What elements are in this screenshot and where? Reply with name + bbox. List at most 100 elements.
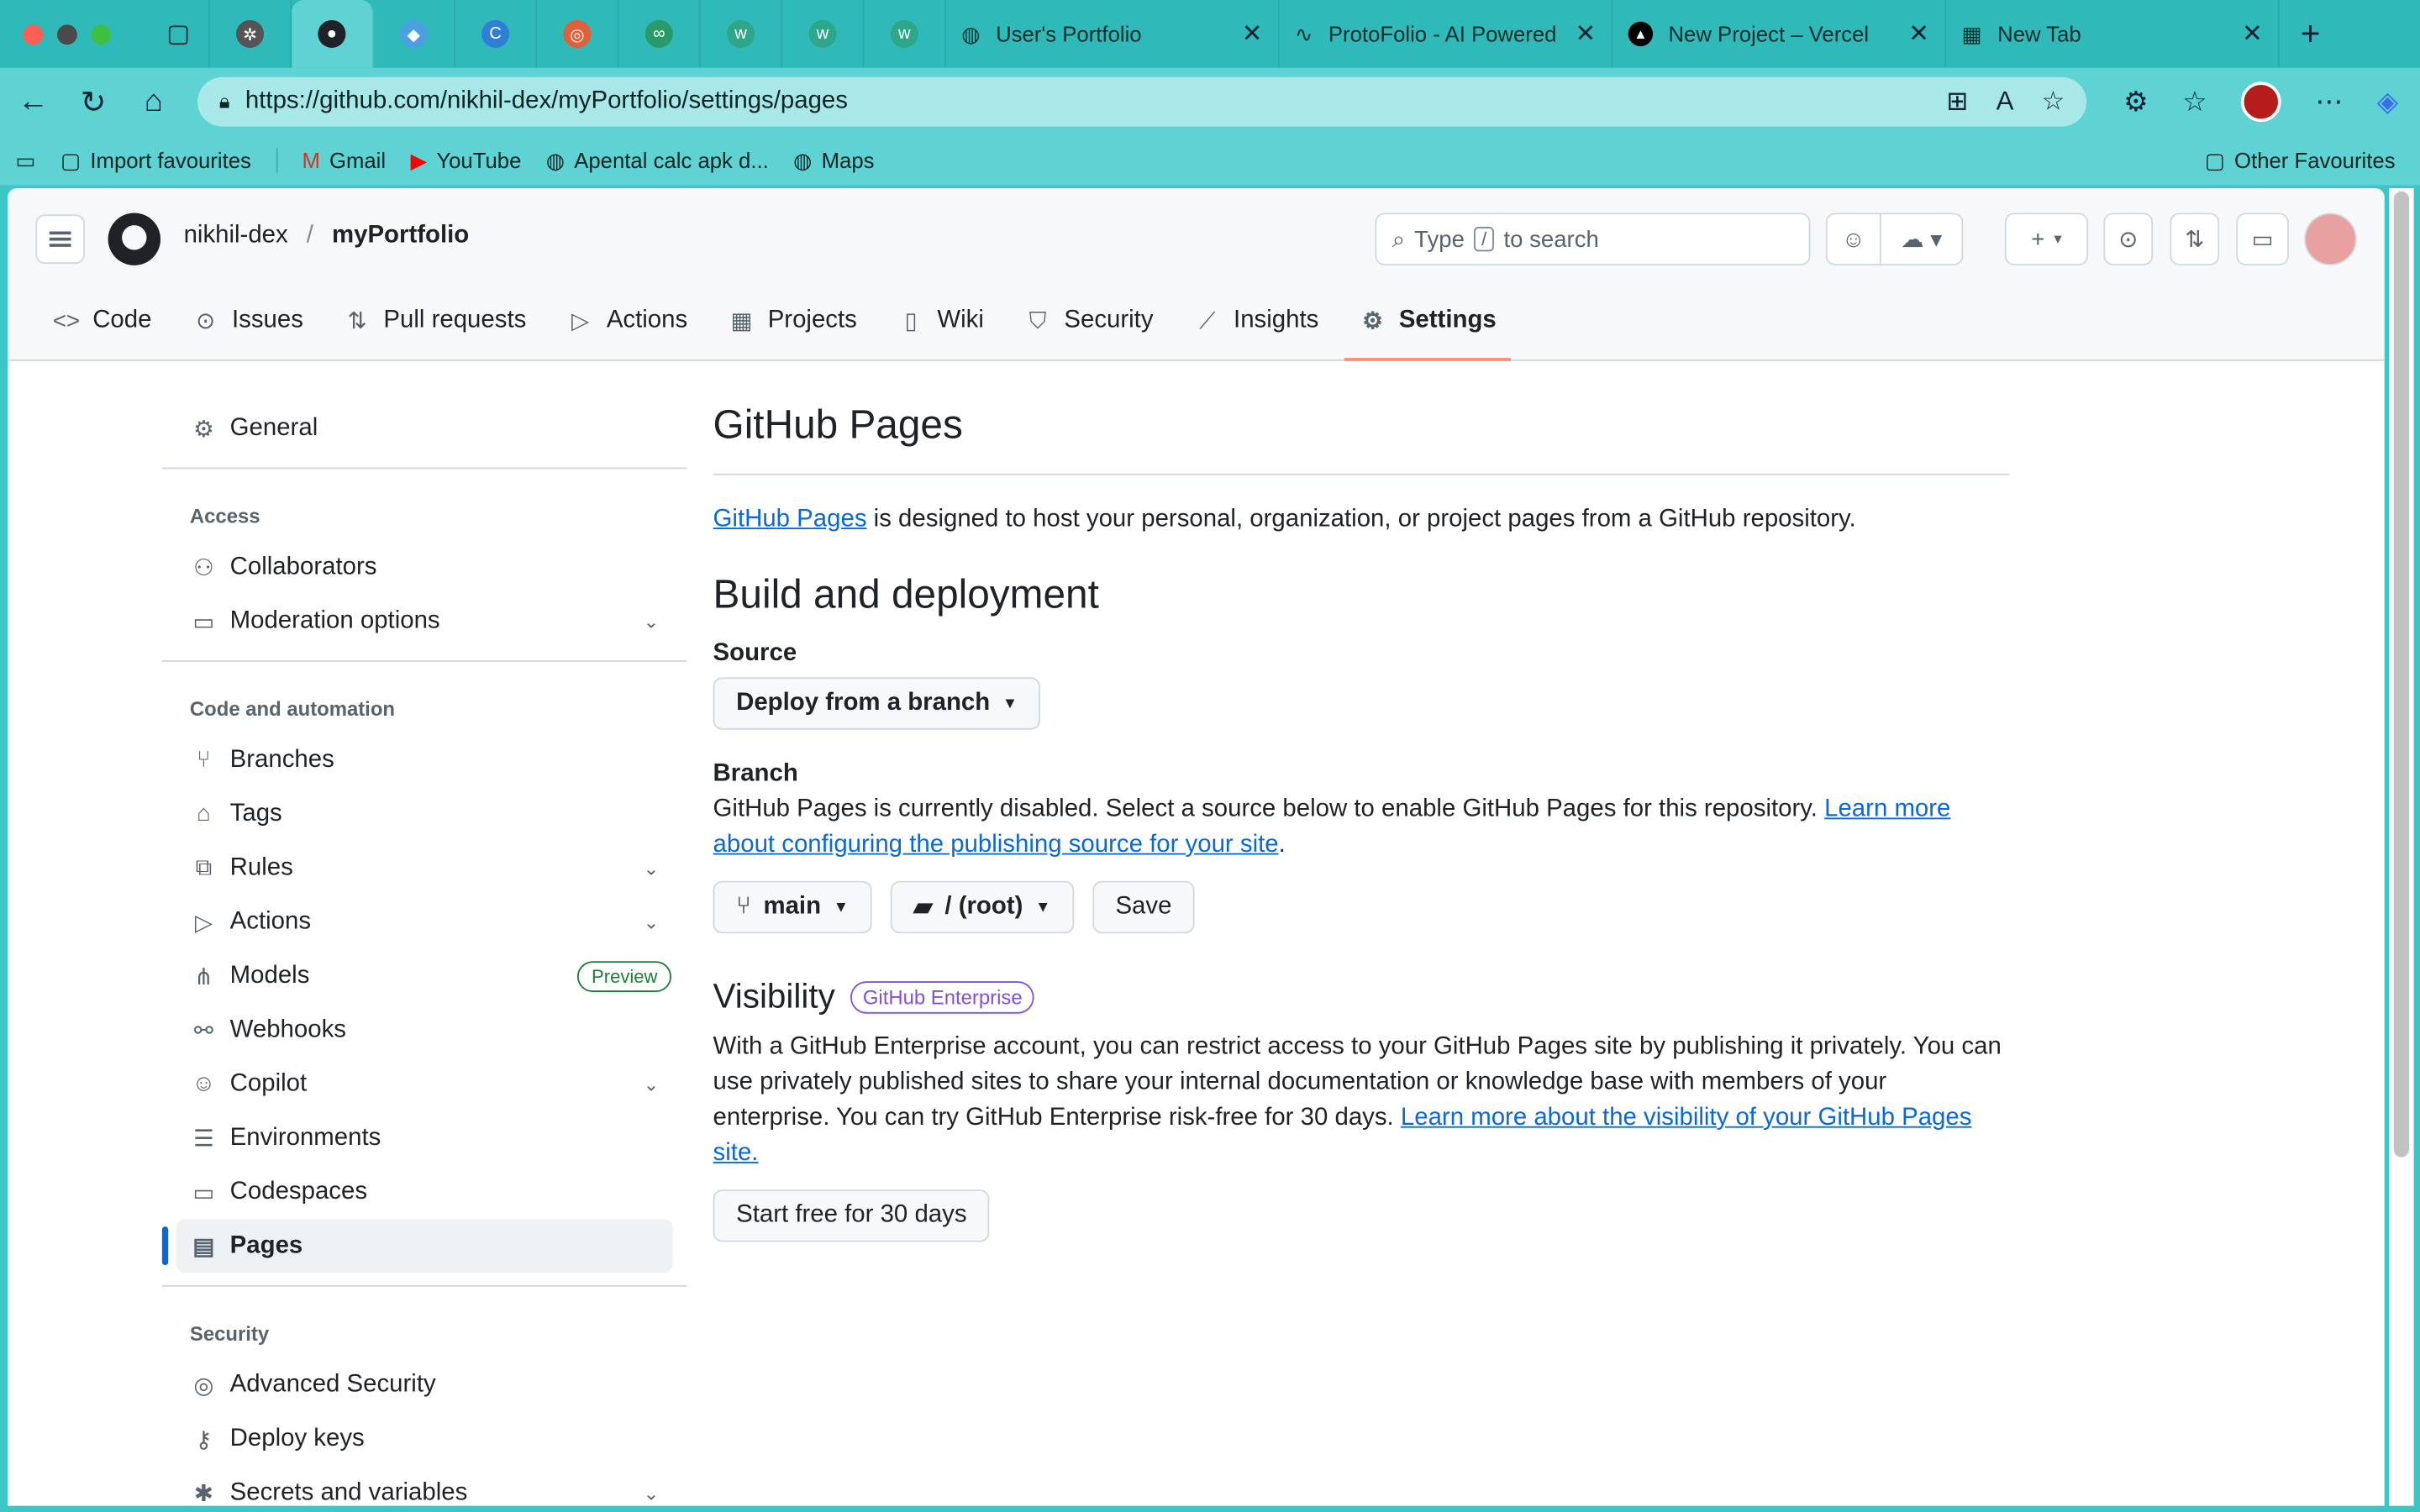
github-pages-link[interactable]: GitHub Pages bbox=[713, 506, 867, 532]
tab-actions-button[interactable]: ▢ bbox=[148, 0, 210, 68]
copilot-menu-button[interactable]: ☁ ▾ bbox=[1880, 213, 1964, 265]
sidebar-item-general[interactable]: ⚙ General bbox=[162, 402, 687, 455]
tab-pinned-1[interactable]: ✲ bbox=[210, 0, 292, 68]
tab-pinned-3[interactable]: ◆ bbox=[373, 0, 455, 68]
tab-issues[interactable]: ⊙ Issues bbox=[178, 297, 318, 346]
save-label: Save bbox=[1115, 893, 1172, 920]
sidebar-item-moderation[interactable]: ▭ Moderation options ⌄ bbox=[162, 594, 687, 648]
sidebar-item-actions[interactable]: ▷ Actions ⌄ bbox=[162, 895, 687, 948]
tab-pinned-9[interactable]: w bbox=[865, 0, 946, 68]
reading-list-icon[interactable]: ▭ bbox=[15, 147, 35, 173]
sidebar-item-models[interactable]: ⋔ Models Preview bbox=[162, 949, 687, 1003]
folder-select[interactable]: ▰ / (root) ▼ bbox=[890, 880, 1074, 934]
favourite-item[interactable]: ◍ Apental calc apk d... bbox=[546, 147, 769, 173]
tab-actions[interactable]: ▷ Actions bbox=[553, 297, 702, 346]
sidebar-item-branches[interactable]: ⑂ Branches bbox=[162, 732, 687, 786]
favourite-item[interactable]: M Gmail bbox=[302, 148, 387, 172]
minimize-window-button[interactable] bbox=[56, 24, 77, 45]
other-favourites[interactable]: ▢ Other Favourites bbox=[2205, 136, 2396, 186]
page-scrollbar[interactable] bbox=[2389, 188, 2414, 1506]
breadcrumb: nikhil-dex / myPortfolio bbox=[184, 222, 470, 249]
pages-settings: GitHub Pages GitHub Pages is designed to… bbox=[713, 402, 2010, 1242]
tab-pinned-8[interactable]: w bbox=[782, 0, 865, 68]
sidebar-item-advanced-security[interactable]: ◎ Advanced Security bbox=[162, 1357, 687, 1411]
codespaces-icon: ▭ bbox=[192, 1179, 215, 1206]
tab-vercel[interactable]: ▲ New Project – Vercel ✕ bbox=[1612, 0, 1947, 68]
close-tab-icon[interactable]: ✕ bbox=[1576, 18, 1597, 50]
favourite-item[interactable]: ▶ YouTube bbox=[411, 147, 522, 173]
favourites-icon[interactable]: ☆ bbox=[2182, 86, 2207, 118]
source-select[interactable]: Deploy from a branch ▼ bbox=[713, 677, 1041, 730]
favourite-item[interactable]: ◍ Maps bbox=[793, 147, 874, 173]
copilot-icon[interactable]: ◈ bbox=[2377, 86, 2398, 118]
breadcrumb-separator: / bbox=[306, 222, 313, 249]
reload-icon[interactable]: ↻ bbox=[63, 68, 124, 136]
sidebar-item-collaborators[interactable]: ⚇ Collaborators bbox=[162, 540, 687, 594]
address-bar[interactable]: 🔒︎ https://github.com/nikhil-dex/myPortf… bbox=[197, 76, 2087, 127]
sidebar-item-codespaces[interactable]: ▭ Codespaces bbox=[162, 1165, 687, 1219]
issue-icon: ⊙ bbox=[2118, 226, 2139, 254]
tab-settings[interactable]: ⚙ Settings bbox=[1344, 297, 1511, 361]
models-icon: ⋔ bbox=[193, 963, 213, 990]
folder-icon: ▢ bbox=[2204, 147, 2226, 172]
read-aloud-icon[interactable]: A bbox=[1996, 87, 2014, 118]
copilot-button[interactable]: ☺ bbox=[1825, 213, 1881, 265]
tab-pinned-5[interactable]: ◎ bbox=[537, 0, 619, 68]
sidebar-item-copilot[interactable]: ☺ Copilot ⌄ bbox=[162, 1057, 687, 1110]
repo-link[interactable]: myPortfolio bbox=[332, 222, 469, 249]
tab-new-tab[interactable]: ▦ New Tab ✕ bbox=[1946, 0, 2280, 68]
close-tab-icon[interactable]: ✕ bbox=[1908, 18, 1929, 50]
favourite-star-icon[interactable]: ☆ bbox=[2041, 87, 2065, 118]
tab-code[interactable]: <> Code bbox=[39, 297, 166, 346]
favourite-label: Import favourites bbox=[90, 148, 251, 173]
pull-requests-button[interactable]: ⇅ bbox=[2170, 213, 2220, 265]
tab-pinned-4[interactable]: C bbox=[455, 0, 538, 68]
favourite-label: Gmail bbox=[329, 148, 387, 173]
sidebar-item-rules[interactable]: ⧉ Rules ⌄ bbox=[162, 841, 687, 895]
owner-link[interactable]: nikhil-dex bbox=[184, 222, 288, 249]
close-tab-icon[interactable]: ✕ bbox=[1242, 18, 1263, 50]
sidebar-item-pages[interactable]: ▤ Pages bbox=[161, 1218, 673, 1273]
sidebar-item-webhooks[interactable]: ⚯ Webhooks bbox=[162, 1003, 687, 1057]
sidebar-item-environments[interactable]: ☰ Environments bbox=[162, 1110, 687, 1164]
tab-security[interactable]: ⛉ Security bbox=[1010, 297, 1167, 346]
visibility-heading: Visibility bbox=[713, 976, 835, 1016]
rules-icon: ⧉ bbox=[195, 854, 213, 881]
inbox-button[interactable]: ▭ bbox=[2236, 213, 2289, 265]
extensions-icon[interactable]: ⚙ bbox=[2123, 86, 2149, 118]
user-avatar[interactable] bbox=[2304, 213, 2357, 265]
favourite-item[interactable]: ▢ Import favourites bbox=[60, 147, 251, 173]
back-arrow-icon[interactable]: ← bbox=[3, 68, 64, 136]
more-icon[interactable]: ⋯ bbox=[2315, 86, 2343, 118]
tab-insights[interactable]: ⟋ Insights bbox=[1180, 297, 1333, 346]
create-new-button[interactable]: + ▾ bbox=[2004, 213, 2089, 265]
home-icon[interactable]: ⌂ bbox=[124, 68, 184, 136]
tab-pinned-6[interactable]: ∞ bbox=[619, 0, 701, 68]
repo-header: nikhil-dex / myPortfolio ⌕ Type / to sea… bbox=[8, 188, 2385, 361]
start-trial-button[interactable]: Start free for 30 days bbox=[713, 1189, 991, 1242]
menu-button[interactable] bbox=[35, 214, 86, 265]
sidebar-item-deploy-keys[interactable]: ⚷ Deploy keys bbox=[162, 1412, 687, 1466]
tab-users-portfolio[interactable]: ◍ User's Portfolio ✕ bbox=[946, 0, 1280, 68]
close-tab-icon[interactable]: ✕ bbox=[2242, 18, 2263, 50]
tab-projects[interactable]: ▦ Projects bbox=[713, 297, 871, 346]
save-button[interactable]: Save bbox=[1092, 880, 1195, 934]
close-window-button[interactable] bbox=[23, 24, 44, 45]
profile-avatar[interactable] bbox=[2241, 81, 2281, 123]
search-input[interactable]: ⌕ Type / to search bbox=[1375, 213, 1811, 265]
tab-wiki[interactable]: ▯ Wiki bbox=[883, 297, 997, 346]
tab-protofolio[interactable]: ∿ ProtoFolio - AI Powered ✕ bbox=[1280, 0, 1613, 68]
scrollbar-thumb[interactable] bbox=[2393, 191, 2410, 1158]
tab-github[interactable]: ● bbox=[292, 0, 374, 68]
sidebar-item-secrets[interactable]: ✱ Secrets and variables ⌄ bbox=[162, 1466, 687, 1505]
chevron-down-icon: ⌄ bbox=[643, 1482, 660, 1504]
app-available-icon[interactable]: ⊞ bbox=[1946, 87, 1968, 118]
tab-pull-requests[interactable]: ⇅ Pull requests bbox=[329, 297, 540, 346]
tab-pinned-7[interactable]: w bbox=[701, 0, 783, 68]
zoom-window-button[interactable] bbox=[91, 24, 112, 45]
issues-button[interactable]: ⊙ bbox=[2103, 213, 2154, 265]
github-logo-icon[interactable] bbox=[108, 213, 161, 265]
branch-select[interactable]: ⑂ main ▼ bbox=[713, 880, 872, 934]
new-tab-button[interactable]: + bbox=[2280, 14, 2341, 55]
sidebar-item-tags[interactable]: ⌂ Tags bbox=[162, 787, 687, 841]
